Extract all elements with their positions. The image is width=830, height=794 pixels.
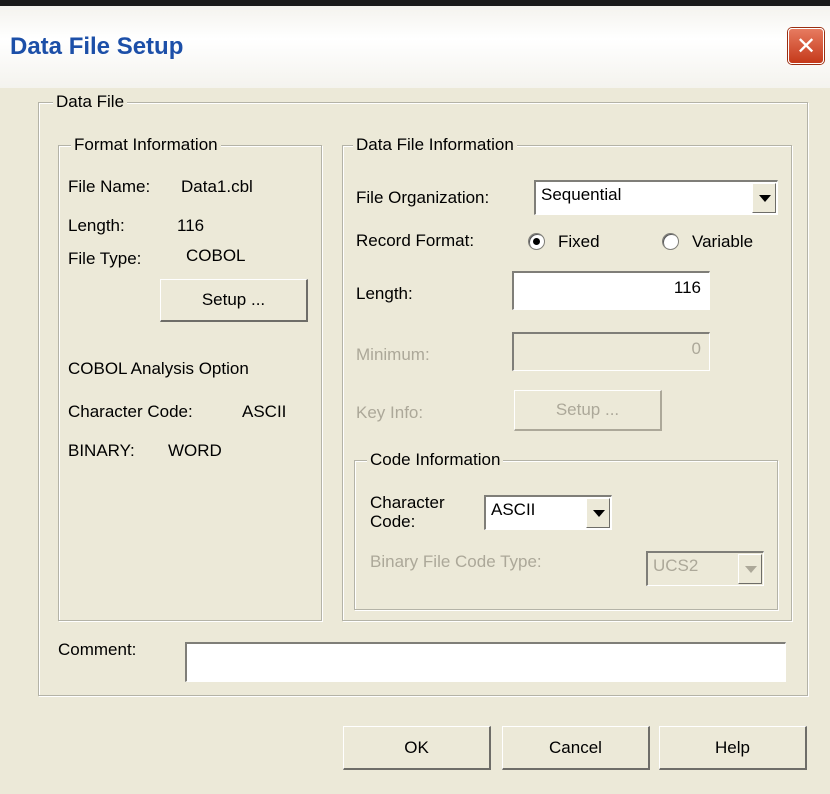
- cobol-analysis-option: COBOL Analysis Option: [68, 359, 249, 378]
- binary-value: WORD: [168, 441, 222, 460]
- dialog-body: Data File Format Information File Name: …: [0, 88, 830, 794]
- record-length-value: 116: [673, 278, 701, 297]
- file-organization-select[interactable]: Sequential: [534, 180, 778, 215]
- file-name-label: File Name:: [68, 177, 151, 196]
- help-button[interactable]: Help: [659, 726, 807, 770]
- comment-label: Comment:: [58, 640, 137, 659]
- binary-code-type-select[interactable]: UCS2: [646, 551, 764, 586]
- binary-label: BINARY:: [68, 441, 135, 460]
- record-format-variable-label: Variable: [692, 232, 754, 251]
- character-code-value: ASCII: [242, 402, 287, 421]
- record-format-fixed-label: Fixed: [558, 232, 600, 251]
- record-length-label: Length:: [356, 284, 413, 303]
- key-info-label: Key Info:: [356, 403, 424, 422]
- record-format-fixed-radio[interactable]: [528, 233, 545, 250]
- code-character-value: ASCII: [491, 500, 536, 519]
- title-bar[interactable]: Data File Setup ✕: [0, 6, 830, 88]
- cancel-button[interactable]: Cancel: [502, 726, 650, 770]
- code-information-group: Code Information: [354, 450, 778, 610]
- ok-button[interactable]: OK: [343, 726, 491, 770]
- key-info-setup-button[interactable]: Setup ...: [514, 390, 662, 431]
- format-setup-button[interactable]: Setup ...: [160, 279, 308, 322]
- length-label: Length:: [68, 216, 125, 235]
- minimum-label: Minimum:: [356, 345, 430, 364]
- length-value: 116: [177, 216, 205, 235]
- window-title: Data File Setup: [10, 33, 184, 60]
- close-icon: ✕: [795, 32, 817, 60]
- binary-code-type-label: Binary File Code Type:: [370, 552, 542, 571]
- file-organization-value: Sequential: [541, 185, 622, 204]
- file-type-label: File Type:: [68, 249, 142, 268]
- record-length-input[interactable]: 116: [512, 271, 710, 310]
- chevron-down-icon[interactable]: [586, 498, 610, 528]
- close-button[interactable]: ✕: [788, 28, 824, 64]
- file-name-value: Data1.cbl: [181, 177, 253, 196]
- data-file-information-legend: Data File Information: [353, 135, 517, 155]
- data-file-legend: Data File: [53, 92, 128, 112]
- character-code-label: Character Code:: [68, 402, 193, 421]
- chevron-down-icon[interactable]: [752, 183, 776, 213]
- code-character-label-line1: Character: [370, 493, 445, 512]
- code-character-label-line2: Code:: [370, 512, 416, 531]
- minimum-value: 0: [691, 339, 701, 358]
- format-information-legend: Format Information: [71, 135, 221, 155]
- record-format-label: Record Format:: [356, 231, 475, 250]
- file-organization-label: File Organization:: [356, 188, 490, 207]
- file-type-value: COBOL: [186, 246, 246, 265]
- record-format-variable-radio[interactable]: [662, 233, 679, 250]
- binary-code-type-value: UCS2: [653, 556, 699, 575]
- comment-input[interactable]: [185, 642, 786, 682]
- code-information-legend: Code Information: [367, 450, 504, 470]
- code-character-select[interactable]: ASCII: [484, 495, 612, 530]
- minimum-input[interactable]: 0: [512, 332, 710, 371]
- data-file-setup-dialog: Data File Setup ✕ Data File Format Infor…: [0, 0, 830, 794]
- chevron-down-icon[interactable]: [738, 554, 762, 584]
